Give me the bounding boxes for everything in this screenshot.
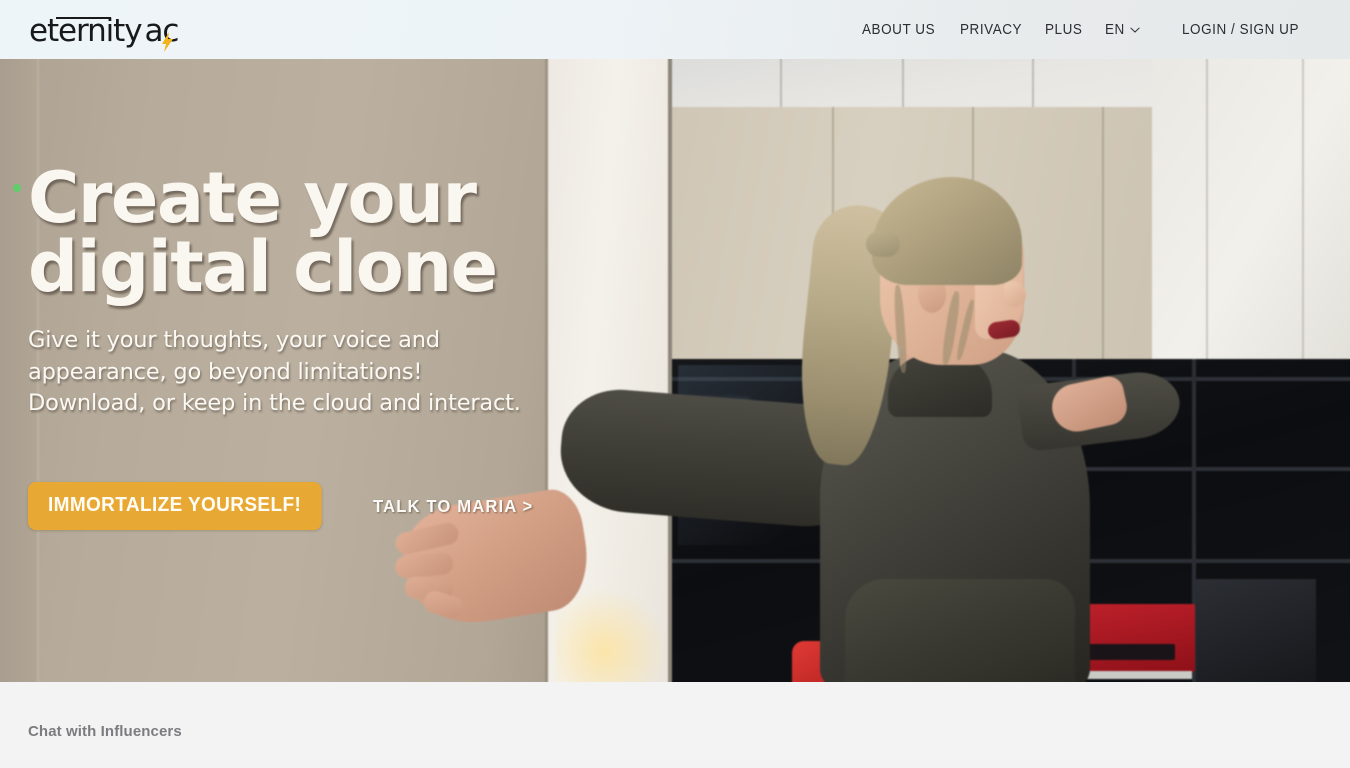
status-dot (13, 184, 21, 192)
headline-line-2: digital clone (28, 226, 498, 309)
logo-wordmark: eternity (29, 15, 143, 47)
chevron-down-icon (1130, 26, 1140, 33)
immortalize-yourself-button[interactable]: IMMORTALIZE YOURSELF! (28, 482, 322, 531)
logo-overline-bar (56, 16, 111, 19)
hero-content: Create your digital clone Give it your t… (13, 163, 588, 531)
person-hair (872, 177, 1022, 285)
hero-cta-row: IMMORTALIZE YOURSELF! TALK TO MARIA > (28, 482, 588, 531)
hero-section: Create your digital clone Give it your t… (0, 59, 1350, 682)
site-header: eternity ac ABOUT US PRIVACY PLUS EN LOG… (0, 0, 1350, 59)
person-hip (845, 579, 1075, 682)
person-hair-band (866, 231, 900, 257)
language-label: EN (1104, 21, 1125, 38)
logo[interactable]: eternity ac (29, 11, 179, 52)
nav-item-about-us[interactable]: ABOUT US (862, 22, 935, 38)
talk-to-maria-link[interactable]: TALK TO MARIA > (373, 496, 533, 517)
lightning-bolt-icon (162, 32, 173, 52)
hero-subheadline: Give it your thoughts, your voice and ap… (28, 326, 521, 417)
nav-item-privacy[interactable]: PRIVACY (960, 22, 1022, 38)
influencers-section: Chat with Influencers (0, 682, 1350, 768)
influencers-section-title: Chat with Influencers (28, 723, 182, 740)
person-lips (986, 318, 1022, 341)
page-title: Create your digital clone (28, 163, 588, 303)
login-signup-link[interactable]: LOGIN / SIGN UP (1182, 22, 1299, 38)
auth-area: LOGIN / SIGN UP (1182, 0, 1308, 59)
language-selector[interactable]: EN (1105, 22, 1140, 38)
nav-item-plus[interactable]: PLUS (1045, 22, 1082, 38)
main-navigation: ABOUT US PRIVACY PLUS EN (862, 0, 1140, 59)
